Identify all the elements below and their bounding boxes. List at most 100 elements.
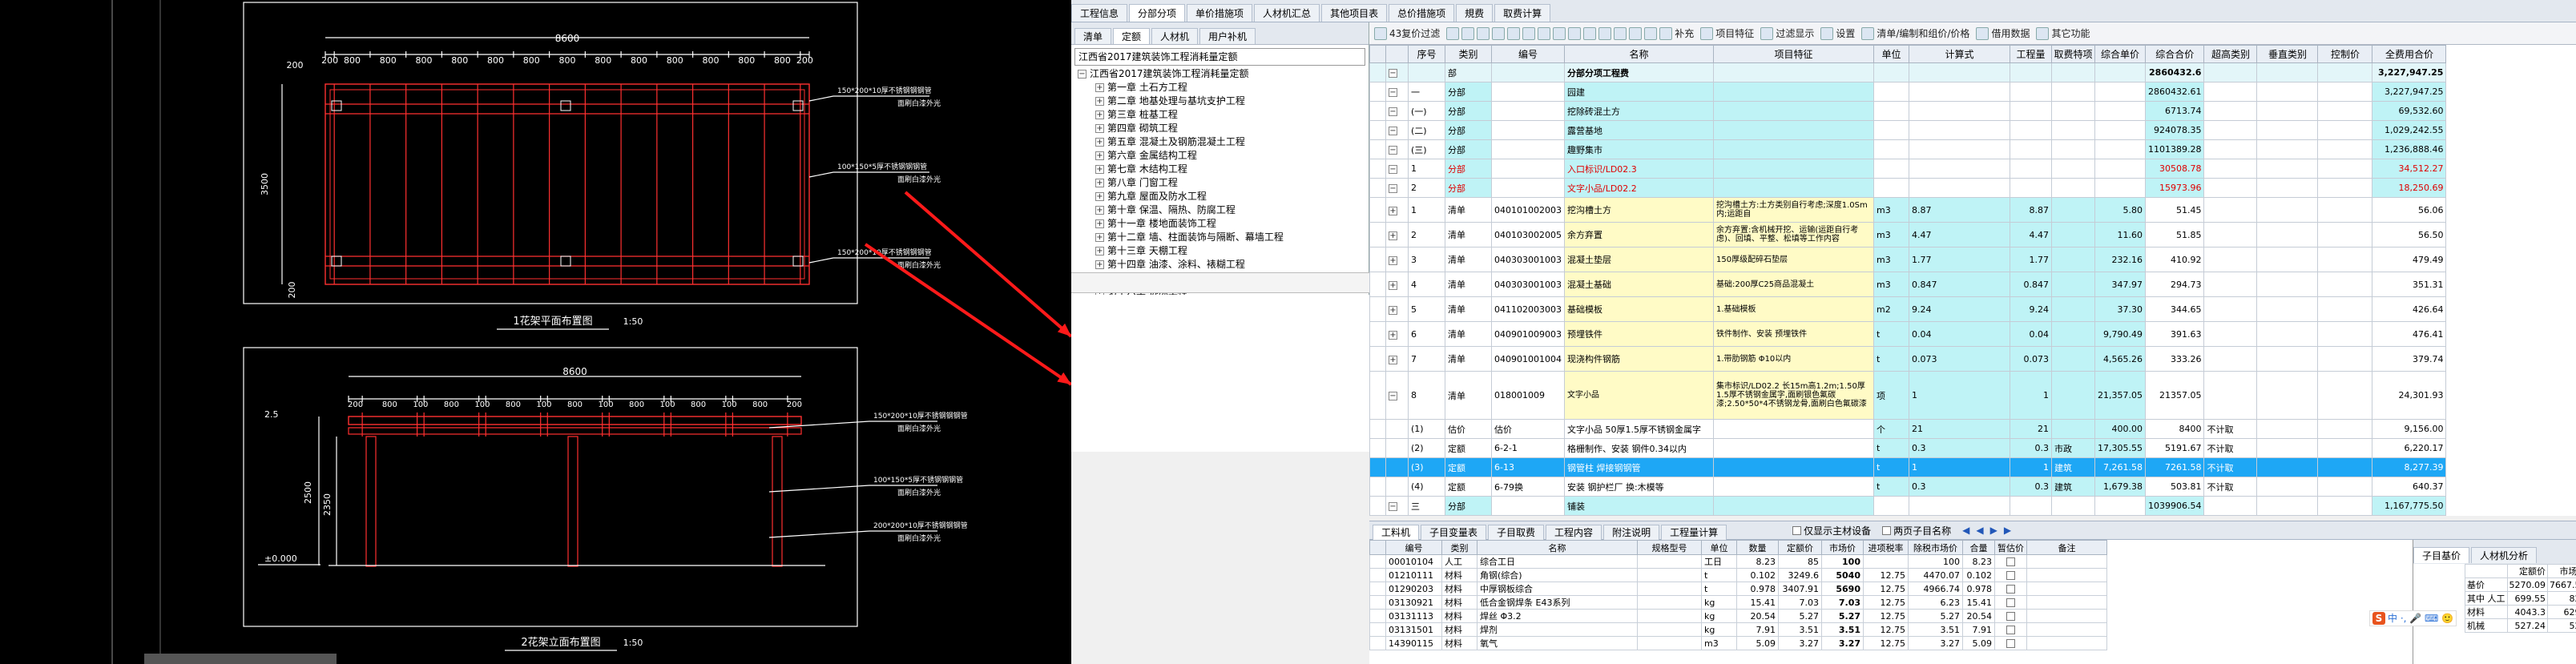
grid-cell-unit[interactable] xyxy=(1873,120,1909,140)
material-cell[interactable]: 材料 xyxy=(1441,595,1477,610)
material-cell[interactable]: 0.102 xyxy=(1736,568,1779,582)
tree-chapter[interactable]: + 第十一章 楼地面装饰工程 xyxy=(1078,217,1362,231)
grid-cell-blank[interactable] xyxy=(2256,197,2319,223)
grid-cell-total[interactable]: 344.65 xyxy=(2144,296,2205,322)
material-cell[interactable]: 3.51 xyxy=(1778,622,1822,637)
grid-cell-full[interactable]: 24,301.93 xyxy=(2372,371,2447,420)
row-header[interactable] xyxy=(1369,178,1386,198)
grid-cell-blank[interactable] xyxy=(2256,346,2319,372)
grid-cell-no[interactable]: 1 xyxy=(1408,159,1445,179)
grid-cell-no[interactable]: (4) xyxy=(1408,477,1445,497)
row-header[interactable] xyxy=(1369,139,1386,159)
grid-cell-code[interactable]: 6-2-1 xyxy=(1491,438,1565,458)
tree-root[interactable]: − 江西省2017建筑装饰工程消耗量定额 xyxy=(1078,67,1362,81)
material-cell[interactable]: 7.91 xyxy=(1962,622,1995,637)
grid-row[interactable]: − 部 分部分项工程费 2860432.6 3,227,947.25 xyxy=(1369,62,2447,82)
tree-chapter[interactable]: + 第七章 木结构工程 xyxy=(1078,163,1362,176)
nav-next-icon[interactable]: ▶ xyxy=(1990,525,1998,536)
library-selector[interactable]: 江西省2017建筑装饰工程消耗量定额 xyxy=(1074,48,1365,66)
tree-chapter[interactable]: + 第四章 砌筑工程 xyxy=(1078,122,1362,135)
grid-row[interactable]: +6 清单 040901009003 预埋铁件 铁件制作、安装 预埋铁件 t 0.04 0.0… xyxy=(1369,321,2447,347)
grid-cell-blank[interactable] xyxy=(2256,159,2319,179)
grid-cell-price[interactable]: 232.16 xyxy=(2094,247,2146,272)
material-header[interactable]: 备注 xyxy=(2026,540,2107,555)
grid-cell-no[interactable]: (三) xyxy=(1408,139,1445,159)
grid-row[interactable]: (1) 估价 估价 文字小品 50厚1.5厚不锈钢金属字个 21 21 400.00 8400… xyxy=(1369,419,2447,439)
grid-cell-blank[interactable] xyxy=(2256,139,2319,159)
expand-icon[interactable]: + xyxy=(1389,305,1397,315)
row-header[interactable] xyxy=(1369,346,1386,372)
ime-toolbar[interactable]: S中 ·, 🎤 ⌨ 🙂 xyxy=(2369,610,2457,626)
grid-cell-formula[interactable]: 0.073 xyxy=(1908,346,2010,372)
grid-cell-unit[interactable] xyxy=(1873,82,1909,102)
grid-cell-code[interactable]: 040303001003 xyxy=(1491,272,1565,297)
grid-cell-name[interactable]: 现浇构件钢筋 xyxy=(1563,346,1714,372)
cad-scrollbar[interactable] xyxy=(144,654,337,664)
cad-viewport[interactable]: 8600 200 800 800 800 800 800 800 800 800 800 800 800… xyxy=(0,0,1071,664)
grid-header[interactable]: 类别 xyxy=(1445,45,1492,63)
material-cell[interactable]: 100 xyxy=(1908,554,1963,569)
grid-cell-unit[interactable] xyxy=(1873,101,1909,121)
grid-cell-qty[interactable]: 0.3 xyxy=(2009,438,2052,458)
row-header[interactable] xyxy=(1369,321,1386,347)
expand-icon[interactable]: − xyxy=(1389,392,1397,400)
grid-cell-formula[interactable] xyxy=(1908,101,2010,121)
grid-cell-unit[interactable]: m3 xyxy=(1873,222,1909,247)
grid-header[interactable]: 编号 xyxy=(1491,45,1565,63)
tree-chapter[interactable]: + 第十二章 墙、柱面装饰与隔断、幕墙工程 xyxy=(1078,231,1362,244)
tool-icon[interactable] xyxy=(1614,26,1627,40)
row-header[interactable] xyxy=(1369,595,1386,610)
grid-cell-type[interactable]: 部 xyxy=(1445,62,1492,82)
expand-icon[interactable]: + xyxy=(1095,124,1104,133)
grid-cell-blank[interactable] xyxy=(2317,272,2373,297)
estimate-cell[interactable] xyxy=(1994,595,2027,610)
estimate-cell[interactable] xyxy=(1994,554,2027,569)
grid-cell-blank[interactable] xyxy=(2317,296,2373,322)
grid-cell-no[interactable]: (一) xyxy=(1408,101,1445,121)
material-cell[interactable]: 03130921 xyxy=(1385,595,1442,610)
grid-cell-desc[interactable] xyxy=(1712,477,1874,497)
module-tab[interactable]: 取费计算 xyxy=(1494,4,1551,22)
material-cell[interactable]: 0.102 xyxy=(1962,568,1995,582)
checkbox[interactable] xyxy=(1792,525,1802,535)
grid-cell-blank[interactable] xyxy=(2256,178,2319,198)
expand-icon[interactable]: + xyxy=(1389,231,1397,240)
grid-cell-type[interactable]: 分部 xyxy=(1445,178,1492,198)
material-cell[interactable]: 焊剂 xyxy=(1477,622,1638,637)
expand-icon[interactable]: + xyxy=(1389,330,1397,340)
material-cell[interactable]: 人工 xyxy=(1441,554,1477,569)
row-tree[interactable] xyxy=(1385,419,1409,439)
grid-cell-type[interactable]: 分部 xyxy=(1445,82,1492,102)
grid-header[interactable]: 综合合价 xyxy=(2144,45,2205,63)
grid-cell-desc[interactable] xyxy=(1712,457,1874,477)
grid-cell-code[interactable]: 040303001003 xyxy=(1491,247,1565,272)
checkbox[interactable] xyxy=(2006,585,2015,594)
material-cell[interactable]: 3.27 xyxy=(1821,636,1864,650)
grid-cell-fee[interactable] xyxy=(2050,346,2095,372)
grid-cell-blank[interactable] xyxy=(2256,247,2319,272)
grid-cell-blank[interactable] xyxy=(2317,247,2373,272)
grid-cell-code[interactable] xyxy=(1491,120,1565,140)
grid-header[interactable]: 工程量 xyxy=(2009,45,2052,63)
expand-icon[interactable]: + xyxy=(1389,280,1397,290)
grid-cell-formula[interactable]: 9.24 xyxy=(1908,296,2010,322)
toolbar-button[interactable]: 设置 xyxy=(1820,26,1855,40)
grid-cell-price[interactable] xyxy=(2094,120,2146,140)
expand-icon[interactable]: + xyxy=(1389,206,1397,215)
grid-cell-blank[interactable] xyxy=(2317,477,2373,497)
nav-prev-icon[interactable]: ◀ xyxy=(1976,525,1983,536)
toolbar-button[interactable]: 其它功能 xyxy=(2036,26,2090,40)
material-cell[interactable]: 12.75 xyxy=(1863,568,1909,582)
tree-chapter[interactable]: + 第十三章 天棚工程 xyxy=(1078,244,1362,258)
row-header[interactable] xyxy=(1369,609,1386,623)
grid-cell-blank[interactable] xyxy=(2256,419,2319,439)
grid-cell-qty[interactable]: 1 xyxy=(2009,457,2052,477)
grid-cell-no[interactable]: (3) xyxy=(1408,457,1445,477)
row-tree[interactable]: + xyxy=(1385,222,1409,247)
grid-cell-formula[interactable]: 0.3 xyxy=(1908,438,2010,458)
grid-cell-desc[interactable]: 1.基础模板 xyxy=(1712,296,1874,322)
nav-first-icon[interactable]: ◀ xyxy=(1962,525,1969,536)
material-cell[interactable]: 6.23 xyxy=(1908,595,1963,610)
material-cell[interactable]: kg xyxy=(1701,622,1737,637)
module-tab[interactable]: 单价措施项 xyxy=(1187,4,1253,22)
